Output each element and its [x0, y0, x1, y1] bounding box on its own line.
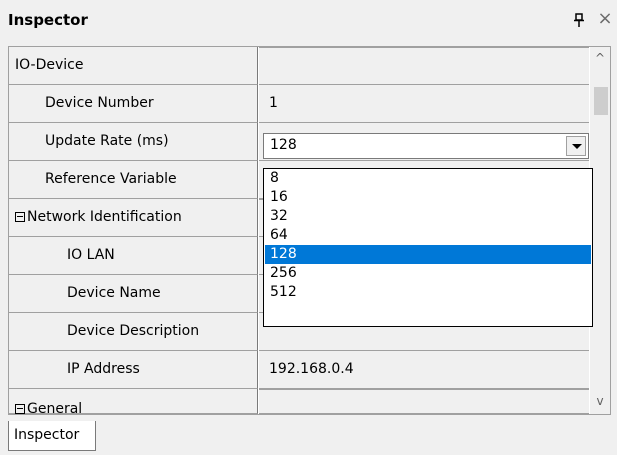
- property-label: IO-Device: [15, 57, 84, 73]
- property-name-cell: Device Number: [9, 85, 258, 123]
- property-name-cell: Device Description: [9, 313, 258, 351]
- property-label: Network Identification: [27, 209, 182, 225]
- property-label-wrapper: General: [15, 401, 82, 414]
- property-name-cell: IP Address: [9, 351, 258, 389]
- inspector-tab[interactable]: Inspector: [8, 421, 96, 451]
- property-value-cell: [259, 47, 589, 85]
- property-label: Reference Variable: [45, 171, 177, 187]
- dropdown-option[interactable]: 256: [265, 264, 591, 283]
- close-icon[interactable]: ×: [597, 9, 613, 29]
- collapse-icon[interactable]: [15, 404, 25, 414]
- property-row-ip-address[interactable]: IP Address 192.168.0.4: [9, 351, 589, 389]
- scroll-thumb[interactable]: [594, 87, 608, 115]
- property-value-cell[interactable]: 1: [259, 85, 589, 123]
- dropdown-option[interactable]: 8: [265, 169, 591, 188]
- chevron-down-icon[interactable]: [566, 136, 586, 156]
- tab-label: Inspector: [14, 427, 80, 443]
- dropdown-option-selected[interactable]: 128: [265, 245, 591, 264]
- property-label: IO LAN: [67, 247, 115, 263]
- dropdown-option[interactable]: 16: [265, 188, 591, 207]
- dropdown-option[interactable]: 64: [265, 226, 591, 245]
- property-label: Device Number: [45, 95, 154, 111]
- scroll-down-icon[interactable]: v: [590, 391, 610, 411]
- property-label: Device Name: [67, 285, 161, 301]
- property-name-cell: Update Rate (ms): [9, 123, 258, 161]
- property-value-cell: [259, 389, 589, 414]
- scroll-up-icon[interactable]: ^: [590, 47, 610, 67]
- property-name-cell: General: [9, 389, 258, 414]
- property-name-cell: IO-Device: [9, 47, 258, 85]
- property-name-cell: Network Identification: [9, 199, 258, 237]
- property-row-device-number[interactable]: Device Number 1: [9, 85, 589, 123]
- property-row-io-device[interactable]: IO-Device: [9, 47, 589, 85]
- inspector-title-bar: Inspector ×: [0, 0, 617, 46]
- property-name-cell: IO LAN: [9, 237, 258, 275]
- property-name-cell: Device Name: [9, 275, 258, 313]
- dropdown-option[interactable]: 512: [265, 283, 591, 302]
- vertical-scrollbar[interactable]: ^ v: [590, 47, 610, 414]
- property-value-cell[interactable]: 192.168.0.4: [259, 351, 589, 389]
- property-label: Update Rate (ms): [45, 133, 169, 149]
- property-label: General: [27, 401, 83, 414]
- property-value: 192.168.0.4: [269, 361, 354, 377]
- property-name-cell: Reference Variable: [9, 161, 258, 199]
- dropdown-option[interactable]: 32: [265, 207, 591, 226]
- property-label: Device Description: [67, 323, 200, 339]
- property-grid: IO-Device Device Number 1 Update Rate (m…: [8, 46, 611, 415]
- update-rate-dropdown-list: 8 16 32 64 128 256 512: [263, 168, 593, 327]
- pin-icon[interactable]: [574, 13, 584, 27]
- collapse-icon[interactable]: [15, 212, 25, 222]
- panel-title: Inspector: [8, 11, 88, 29]
- property-label-wrapper: Network Identification: [15, 209, 182, 225]
- property-value: 1: [269, 95, 278, 111]
- property-label: IP Address: [67, 361, 140, 377]
- combobox-value: 128: [270, 137, 297, 153]
- property-row-general[interactable]: General: [9, 389, 589, 414]
- update-rate-combobox[interactable]: 128: [263, 133, 589, 159]
